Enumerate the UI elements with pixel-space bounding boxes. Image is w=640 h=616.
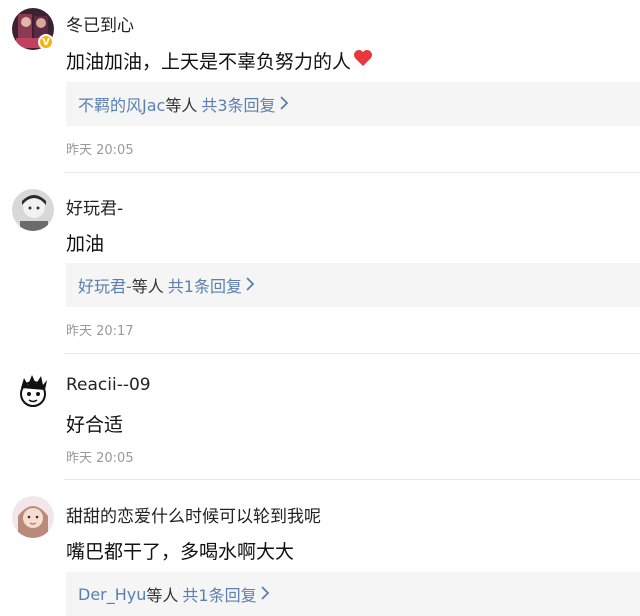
comment-text-content: 加油加油，上天是不辜负努力的人: [66, 51, 352, 73]
username[interactable]: Reacii--09: [66, 375, 151, 395]
username[interactable]: 好玩君-: [66, 194, 123, 219]
replies-summary[interactable]: 好玩君- 等人 共1条回复: [66, 263, 640, 307]
comment-text: 加油加油，上天是不辜负努力的人: [66, 47, 373, 74]
reply-count-link[interactable]: 共1条回复: [168, 273, 242, 297]
timestamp: 昨天 20:05: [66, 143, 134, 158]
comment-text-content: 嘴巴都干了，多喝水啊大大: [66, 541, 295, 563]
comment-text-content: 加油: [66, 233, 105, 255]
comment-text-content: 好合适: [66, 414, 124, 436]
comment-text: 加油: [66, 229, 104, 256]
reply-suffix: 等人: [165, 96, 198, 115]
divider: [64, 353, 640, 354]
chevron-right-icon: [246, 276, 255, 295]
avatar[interactable]: [12, 189, 54, 231]
timestamp: 昨天 20:05: [66, 451, 134, 466]
replies-summary[interactable]: Der_Hyu 等人 共1条回复: [66, 572, 640, 616]
heart-icon: [353, 49, 373, 72]
divider: [64, 172, 640, 173]
username[interactable]: 冬已到心: [66, 11, 134, 36]
avatar[interactable]: [12, 496, 54, 538]
chevron-right-icon: [260, 585, 270, 604]
reply-count-link[interactable]: 共3条回复: [201, 92, 275, 116]
comment-text: 好合适: [66, 410, 123, 437]
timestamp: 昨天 20:17: [66, 324, 134, 339]
comment-text: 嘴巴都干了，多喝水啊大大: [66, 537, 294, 564]
chevron-right-icon: [279, 95, 289, 114]
divider: [64, 479, 640, 480]
reply-suffix: 等人: [146, 586, 179, 605]
reply-count-link[interactable]: 共1条回复: [182, 582, 256, 606]
avatar[interactable]: [12, 370, 54, 412]
reply-usernames[interactable]: 不羁的风Jac: [78, 92, 165, 116]
verified-badge-icon: V: [38, 34, 54, 50]
reply-usernames[interactable]: Der_Hyu: [78, 585, 146, 604]
replies-summary[interactable]: 不羁的风Jac 等人 共3条回复: [66, 82, 640, 126]
reply-usernames[interactable]: 好玩君-: [78, 273, 132, 297]
username[interactable]: 甜甜的恋爱什么时候可以轮到我呢: [66, 502, 321, 527]
reply-suffix: 等人: [131, 277, 164, 296]
